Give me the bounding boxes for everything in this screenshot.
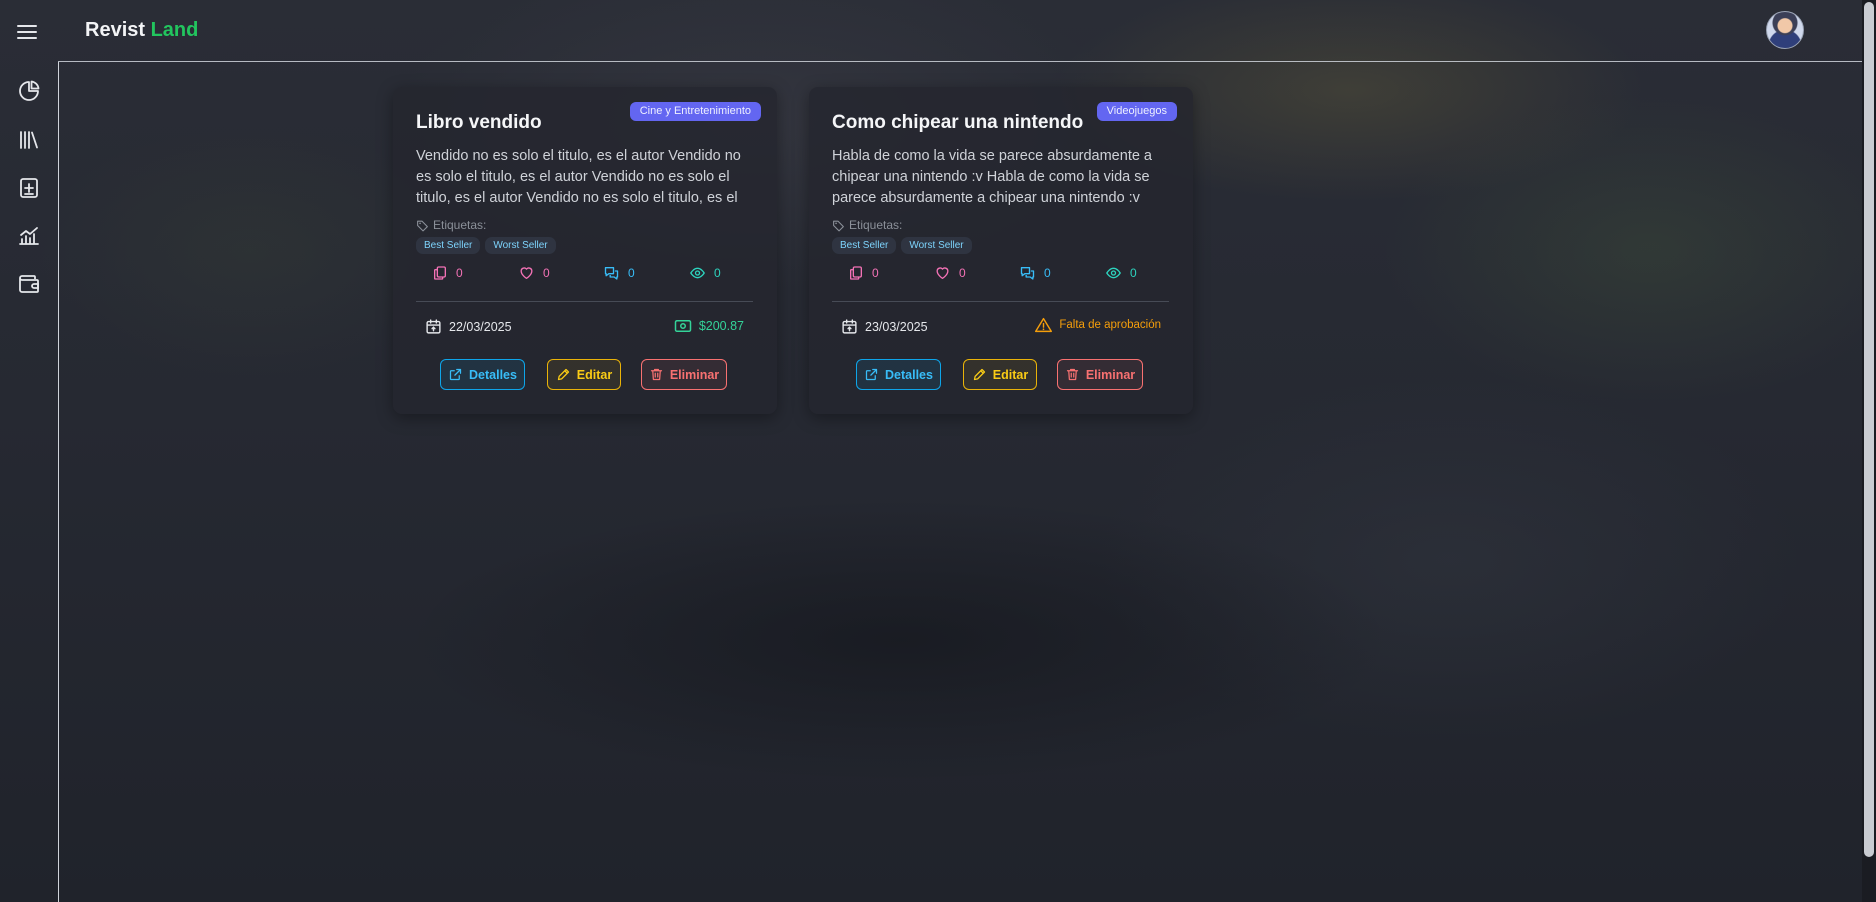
brand-primary: Revist: [85, 19, 146, 41]
stat-views: 0: [1105, 265, 1137, 281]
sidebar-item-dashboard[interactable]: [17, 79, 41, 103]
heart-icon: [936, 267, 949, 279]
warning-icon: [1035, 317, 1053, 333]
tag-chip[interactable]: Best Seller: [832, 237, 897, 254]
card-divider: [416, 301, 753, 302]
tag-list: Best Seller Worst Seller: [416, 237, 556, 254]
card-title: Como chipear una nintendo: [832, 112, 1084, 133]
copies-icon: [434, 266, 446, 280]
stat-likes: 0: [518, 265, 550, 281]
external-link-icon: [865, 368, 878, 381]
comments-count: 0: [628, 266, 635, 280]
tag-icon: [833, 220, 844, 231]
card-stats: 0 0 0 0: [832, 265, 1169, 289]
scrollbar-thumb[interactable]: [1864, 2, 1874, 857]
approval-status-text: Falta de aprobación: [1059, 319, 1161, 331]
external-link-icon: [449, 368, 462, 381]
wallet-icon: [19, 275, 39, 293]
header-divider: [58, 61, 1862, 62]
trending-chart-icon: [19, 227, 39, 245]
avatar[interactable]: [1766, 11, 1804, 49]
trash-icon: [650, 368, 662, 381]
post-card: Videojuegos Como chipear una nintendo Ha…: [809, 87, 1193, 414]
publish-date-text: 22/03/2025: [449, 319, 512, 334]
stat-copies: 0: [432, 265, 463, 281]
cash-icon: [674, 320, 692, 332]
delete-button[interactable]: Eliminar: [1057, 359, 1143, 390]
comments-icon: [604, 267, 619, 280]
copies-icon: [850, 266, 862, 280]
edit-button-label: Editar: [992, 367, 1029, 382]
publish-date-text: 23/03/2025: [865, 319, 928, 334]
views-count: 0: [714, 266, 721, 280]
category-badge: Cine y Entretenimiento: [629, 102, 761, 121]
post-card: Cine y Entretenimiento Libro vendido Ven…: [393, 87, 777, 414]
edit-button-label: Editar: [576, 367, 613, 382]
publish-date: 22/03/2025: [425, 318, 512, 335]
tags-label-text: Etiquetas:: [849, 218, 903, 232]
tags-label: Etiquetas:: [416, 218, 486, 232]
tag-chip[interactable]: Best Seller: [416, 237, 481, 254]
likes-count: 0: [543, 266, 550, 280]
card-divider: [832, 301, 1169, 302]
sidebar-item-library[interactable]: [17, 128, 41, 152]
tag-chip[interactable]: Worst Seller: [901, 237, 972, 254]
hamburger-menu-icon[interactable]: [17, 22, 41, 44]
brand-accent: Land: [150, 19, 199, 41]
details-button[interactable]: Detalles: [440, 359, 525, 390]
add-document-icon: [20, 178, 38, 198]
tag-list: Best Seller Worst Seller: [832, 237, 972, 254]
price: $200.87: [674, 319, 744, 333]
library-icon: [20, 131, 38, 149]
sidebar-item-stats[interactable]: [17, 224, 41, 248]
pencil-icon: [973, 368, 985, 381]
card-description: Habla de como la vida se parece absurdam…: [832, 148, 1152, 206]
eye-icon: [1106, 267, 1121, 279]
delete-button-label: Eliminar: [669, 367, 720, 382]
heart-icon: [520, 267, 533, 279]
approval-status: Falta de aprobación: [1035, 317, 1161, 333]
eye-icon: [690, 267, 705, 279]
likes-count: 0: [959, 266, 966, 280]
delete-button-label: Eliminar: [1085, 367, 1136, 382]
card-stats: 0 0 0 0: [416, 265, 753, 289]
comments-count: 0: [1044, 266, 1051, 280]
stat-copies: 0: [848, 265, 879, 281]
pencil-icon: [557, 368, 569, 381]
pie-chart-icon: [19, 80, 40, 101]
tags-label: Etiquetas:: [832, 218, 902, 232]
card-description: Vendido no es solo el titulo, es el auto…: [416, 148, 741, 206]
edit-button[interactable]: Editar: [547, 359, 621, 390]
delete-button[interactable]: Eliminar: [641, 359, 727, 390]
edit-button[interactable]: Editar: [963, 359, 1037, 390]
category-badge: Videojuegos: [1096, 102, 1177, 121]
price-text: $200.87: [698, 319, 744, 333]
calendar-icon: [426, 319, 441, 334]
card-title: Libro vendido: [416, 112, 542, 133]
trash-icon: [1066, 368, 1078, 381]
views-count: 0: [1130, 266, 1137, 280]
tags-label-text: Etiquetas:: [433, 218, 487, 232]
stat-views: 0: [689, 265, 721, 281]
stat-comments: 0: [1019, 265, 1051, 281]
copies-count: 0: [872, 266, 879, 280]
details-button-label: Detalles: [885, 367, 933, 382]
stat-comments: 0: [603, 265, 635, 281]
publish-date: 23/03/2025: [841, 318, 928, 335]
brand-logo[interactable]: Revist Land: [85, 19, 198, 42]
sidebar-item-wallet[interactable]: [17, 272, 41, 296]
sidebar: [0, 62, 59, 902]
comments-icon: [1020, 267, 1035, 280]
tag-icon: [417, 220, 428, 231]
page-scrollbar[interactable]: [1862, 0, 1876, 902]
top-bar: Revist Land: [0, 0, 1862, 62]
calendar-icon: [842, 319, 857, 334]
tag-chip[interactable]: Worst Seller: [485, 237, 556, 254]
copies-count: 0: [456, 266, 463, 280]
sidebar-item-new-post[interactable]: [17, 176, 41, 200]
details-button[interactable]: Detalles: [856, 359, 941, 390]
stat-likes: 0: [934, 265, 966, 281]
details-button-label: Detalles: [469, 367, 517, 382]
